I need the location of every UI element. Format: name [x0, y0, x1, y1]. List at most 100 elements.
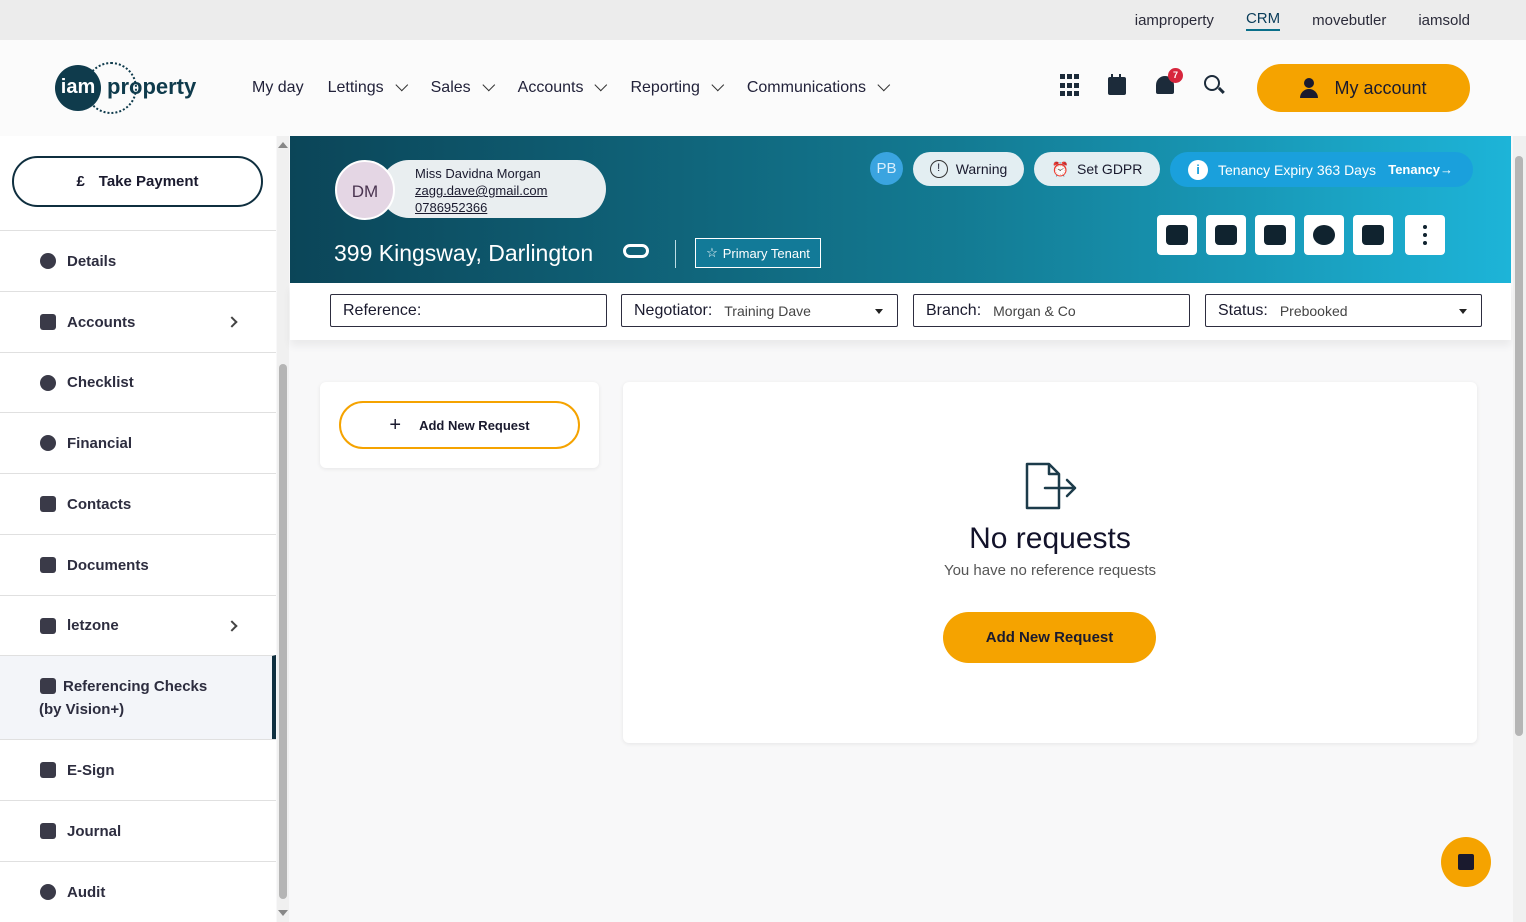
nav-reporting[interactable]: Reporting — [630, 78, 725, 97]
my-account-button[interactable]: My account — [1257, 64, 1470, 112]
sidebar-item-referencing-checks[interactable]: Referencing Checks (by Vision+) — [0, 655, 276, 739]
take-payment-button[interactable]: £ Take Payment — [12, 156, 263, 207]
sidebar-item-contacts[interactable]: Contacts — [0, 473, 276, 534]
sidebar-item-checklist[interactable]: Checklist — [0, 352, 276, 412]
sidebar-item-label: Referencing Checks — [63, 677, 208, 695]
sidebar-item-label: Contacts — [67, 495, 132, 513]
tenancy-expiry-pill[interactable]: i Tenancy Expiry 363 Days Tenancy→ — [1170, 152, 1473, 187]
pound-icon: £ — [76, 173, 85, 190]
branch-field[interactable]: Branch: Morgan & Co — [913, 294, 1190, 327]
sidebar-item-financial[interactable]: Financial — [0, 412, 276, 473]
calendar-button[interactable] — [1108, 74, 1130, 98]
calendar-icon — [1108, 74, 1126, 95]
pb-badge[interactable]: PB — [870, 152, 903, 185]
sidebar-item-journal[interactable]: Journal — [0, 800, 276, 861]
nav-my-day[interactable]: My day — [252, 79, 304, 97]
more-vertical-icon — [1423, 225, 1427, 245]
caret-down-icon — [1459, 309, 1467, 314]
tenant-phone-link[interactable]: 0786952366 — [415, 199, 606, 216]
primary-tenant-badge[interactable]: ☆ Primary Tenant — [695, 238, 821, 268]
chevron-down-icon — [711, 78, 725, 91]
document-export-icon — [1025, 462, 1077, 510]
link-movebutler[interactable]: movebutler — [1312, 12, 1386, 29]
folder-icon — [40, 557, 56, 573]
notification-badge: 7 — [1168, 68, 1183, 83]
scroll-thumb[interactable] — [279, 364, 287, 899]
sidebar-item-esign[interactable]: E-Sign — [0, 739, 276, 800]
star-icon: ☆ — [706, 245, 718, 260]
pound-circle-icon — [40, 435, 56, 451]
sidebar-item-label-row: Referencing Checks — [40, 675, 207, 698]
nav-communications[interactable]: Communications — [747, 78, 891, 97]
phone-icon — [1166, 225, 1188, 245]
search-button[interactable] — [1204, 74, 1226, 98]
scroll-down-icon[interactable] — [278, 910, 288, 916]
person-icon — [40, 253, 56, 269]
link-icon[interactable] — [623, 244, 649, 258]
tenant-name: Miss Davidna Morgan — [415, 166, 541, 181]
branch-label: Branch: — [926, 301, 982, 319]
primary-tenant-label: Primary Tenant — [722, 245, 810, 261]
notifications-button[interactable]: 7 — [1156, 68, 1183, 98]
nav-label: Accounts — [517, 79, 584, 96]
call-log-button[interactable] — [1206, 215, 1246, 255]
reference-field[interactable]: Reference: — [330, 294, 607, 327]
sidebar-scrollbar[interactable] — [277, 136, 289, 922]
save-button[interactable] — [1441, 837, 1491, 887]
apps-grid-icon[interactable] — [1060, 74, 1082, 98]
chevron-down-icon — [395, 78, 408, 91]
avatar: DM — [335, 160, 395, 220]
link-crm[interactable]: CRM — [1245, 10, 1281, 31]
reference-label: Reference: — [343, 301, 422, 319]
top-strip: iamproperty CRM movebutler iamsold — [0, 0, 1526, 40]
link-iamsold[interactable]: iamsold — [1418, 12, 1470, 29]
pen-icon — [40, 762, 56, 778]
warning-button[interactable]: ! Warning — [913, 152, 1024, 186]
sidebar-item-label: Details — [67, 252, 117, 270]
scroll-thumb[interactable] — [1515, 156, 1523, 736]
scroll-up-icon[interactable] — [278, 142, 288, 148]
logo[interactable]: iam property — [55, 62, 205, 114]
add-new-request-button[interactable]: + Add New Request — [339, 401, 580, 449]
tenancy-fields: Reference: Negotiator: Training Dave Bran… — [290, 283, 1511, 340]
branch-value: Morgan & Co — [993, 302, 1076, 319]
status-label: Status: — [1218, 301, 1268, 319]
sidebar-item-label: Documents — [67, 556, 149, 574]
set-gdpr-button[interactable]: ⏰ Set GDPR — [1034, 152, 1160, 186]
sidebar-item-label: E-Sign — [67, 761, 115, 779]
warning-label: Warning — [955, 161, 1008, 177]
chevron-down-icon — [594, 78, 608, 91]
nav-sales[interactable]: Sales — [431, 78, 495, 97]
nav-accounts[interactable]: Accounts — [517, 78, 608, 97]
person-icon — [1300, 78, 1319, 98]
sidebar-item-letzone[interactable]: letzone — [0, 595, 276, 655]
page-scrollbar[interactable] — [1513, 136, 1526, 922]
sms-button[interactable] — [1304, 215, 1344, 255]
search-icon — [1204, 75, 1220, 91]
tenant-email-link[interactable]: zagg.dave@gmail.com — [415, 182, 606, 199]
email-button[interactable] — [1353, 215, 1393, 255]
chat-bubble-icon — [1313, 225, 1335, 245]
negotiator-label: Negotiator: — [634, 301, 713, 319]
more-options-button[interactable] — [1405, 215, 1445, 255]
sidebar-item-audit[interactable]: Audit — [0, 861, 276, 922]
status-select[interactable]: Status: Prebooked — [1205, 294, 1482, 327]
negotiator-select[interactable]: Negotiator: Training Dave — [621, 294, 898, 327]
journal-icon — [40, 823, 56, 839]
sidebar-item-label: Audit — [67, 883, 106, 901]
logo-word: property — [107, 74, 197, 99]
phone-wave-icon — [1215, 225, 1237, 245]
sidebar-item-documents[interactable]: Documents — [0, 534, 276, 595]
call-button[interactable] — [1157, 215, 1197, 255]
link-iamproperty[interactable]: iamproperty — [1135, 12, 1214, 29]
add-new-request-label: Add New Request — [419, 417, 530, 433]
sidebar-item-details[interactable]: Details — [0, 230, 276, 291]
mailbox-button[interactable] — [1255, 215, 1295, 255]
nav-label: Reporting — [630, 79, 700, 96]
tenancy-link[interactable]: Tenancy→ — [1388, 162, 1453, 177]
chevron-down-icon — [877, 78, 891, 91]
tenancy-expiry-label: Tenancy Expiry 363 Days — [1218, 161, 1376, 178]
add-new-request-primary-button[interactable]: Add New Request — [943, 612, 1156, 663]
nav-lettings[interactable]: Lettings — [328, 78, 408, 97]
sidebar-item-accounts[interactable]: Accounts — [0, 291, 276, 352]
